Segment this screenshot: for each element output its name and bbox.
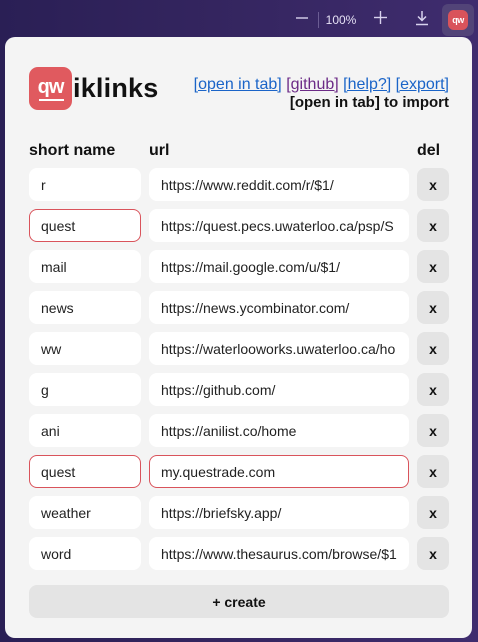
link-row: x — [5, 455, 472, 488]
link-row: x — [5, 291, 472, 324]
logo-icon: qw — [29, 67, 72, 110]
zoom-out-button[interactable] — [288, 6, 316, 34]
github-link[interactable]: [github] — [286, 76, 338, 93]
app-logo: qw iklinks — [29, 67, 158, 110]
short-name-input[interactable] — [29, 168, 141, 201]
zoom-in-button[interactable] — [366, 6, 394, 34]
extension-button[interactable]: qw — [442, 4, 474, 36]
link-row: x — [5, 168, 472, 201]
delete-button[interactable]: x — [417, 250, 449, 283]
url-input[interactable] — [149, 250, 409, 283]
logo-mark-text: qw — [37, 75, 65, 98]
column-header-url: url — [149, 142, 170, 159]
delete-button[interactable]: x — [417, 168, 449, 201]
url-input[interactable] — [149, 168, 409, 201]
header-links: [open in tab] [github] [help?] [export] — [194, 76, 449, 94]
short-name-input[interactable] — [29, 332, 141, 365]
create-button[interactable]: + create — [29, 585, 449, 618]
short-name-input[interactable] — [29, 496, 141, 529]
link-row: x — [5, 496, 472, 529]
link-row: x — [5, 414, 472, 447]
export-link[interactable]: [export] — [396, 76, 449, 93]
url-input[interactable] — [149, 496, 409, 529]
delete-button[interactable]: x — [417, 291, 449, 324]
import-note: [open in tab] to import — [289, 94, 449, 111]
app-name: iklinks — [73, 73, 159, 103]
short-name-input[interactable] — [29, 373, 141, 406]
delete-button[interactable]: x — [417, 332, 449, 365]
toolbar-separator — [318, 12, 319, 28]
browser-toolbar: 100% qw — [0, 0, 478, 40]
column-header-short-name: short name — [29, 142, 116, 159]
url-input[interactable] — [149, 332, 409, 365]
delete-button[interactable]: x — [417, 496, 449, 529]
url-input[interactable] — [149, 291, 409, 324]
minus-icon — [296, 11, 308, 29]
delete-button[interactable]: x — [417, 414, 449, 447]
short-name-input[interactable] — [29, 209, 141, 242]
zoom-level[interactable]: 100% — [322, 6, 360, 34]
url-input[interactable] — [149, 373, 409, 406]
short-name-input[interactable] — [29, 250, 141, 283]
extension-popup: qw iklinks [open in tab] [github] [help?… — [5, 37, 472, 638]
delete-button[interactable]: x — [417, 455, 449, 488]
url-input[interactable] — [149, 414, 409, 447]
short-name-input[interactable] — [29, 414, 141, 447]
link-row: x — [5, 373, 472, 406]
extension-logo-icon: qw — [448, 10, 468, 30]
link-row: x — [5, 332, 472, 365]
url-input[interactable] — [149, 455, 409, 488]
short-name-input[interactable] — [29, 537, 141, 570]
plus-icon — [373, 11, 387, 29]
short-name-input[interactable] — [29, 455, 141, 488]
delete-button[interactable]: x — [417, 537, 449, 570]
link-row: x — [5, 537, 472, 570]
downloads-button[interactable] — [406, 6, 438, 34]
link-row: x — [5, 250, 472, 283]
url-input[interactable] — [149, 209, 409, 242]
link-row: x — [5, 209, 472, 242]
help-link[interactable]: [help?] — [343, 76, 391, 93]
delete-button[interactable]: x — [417, 373, 449, 406]
open-in-tab-link[interactable]: [open in tab] — [194, 76, 282, 93]
short-name-input[interactable] — [29, 291, 141, 324]
url-input[interactable] — [149, 537, 409, 570]
delete-button[interactable]: x — [417, 209, 449, 242]
download-icon — [414, 10, 430, 31]
column-header-del: del — [417, 142, 441, 159]
